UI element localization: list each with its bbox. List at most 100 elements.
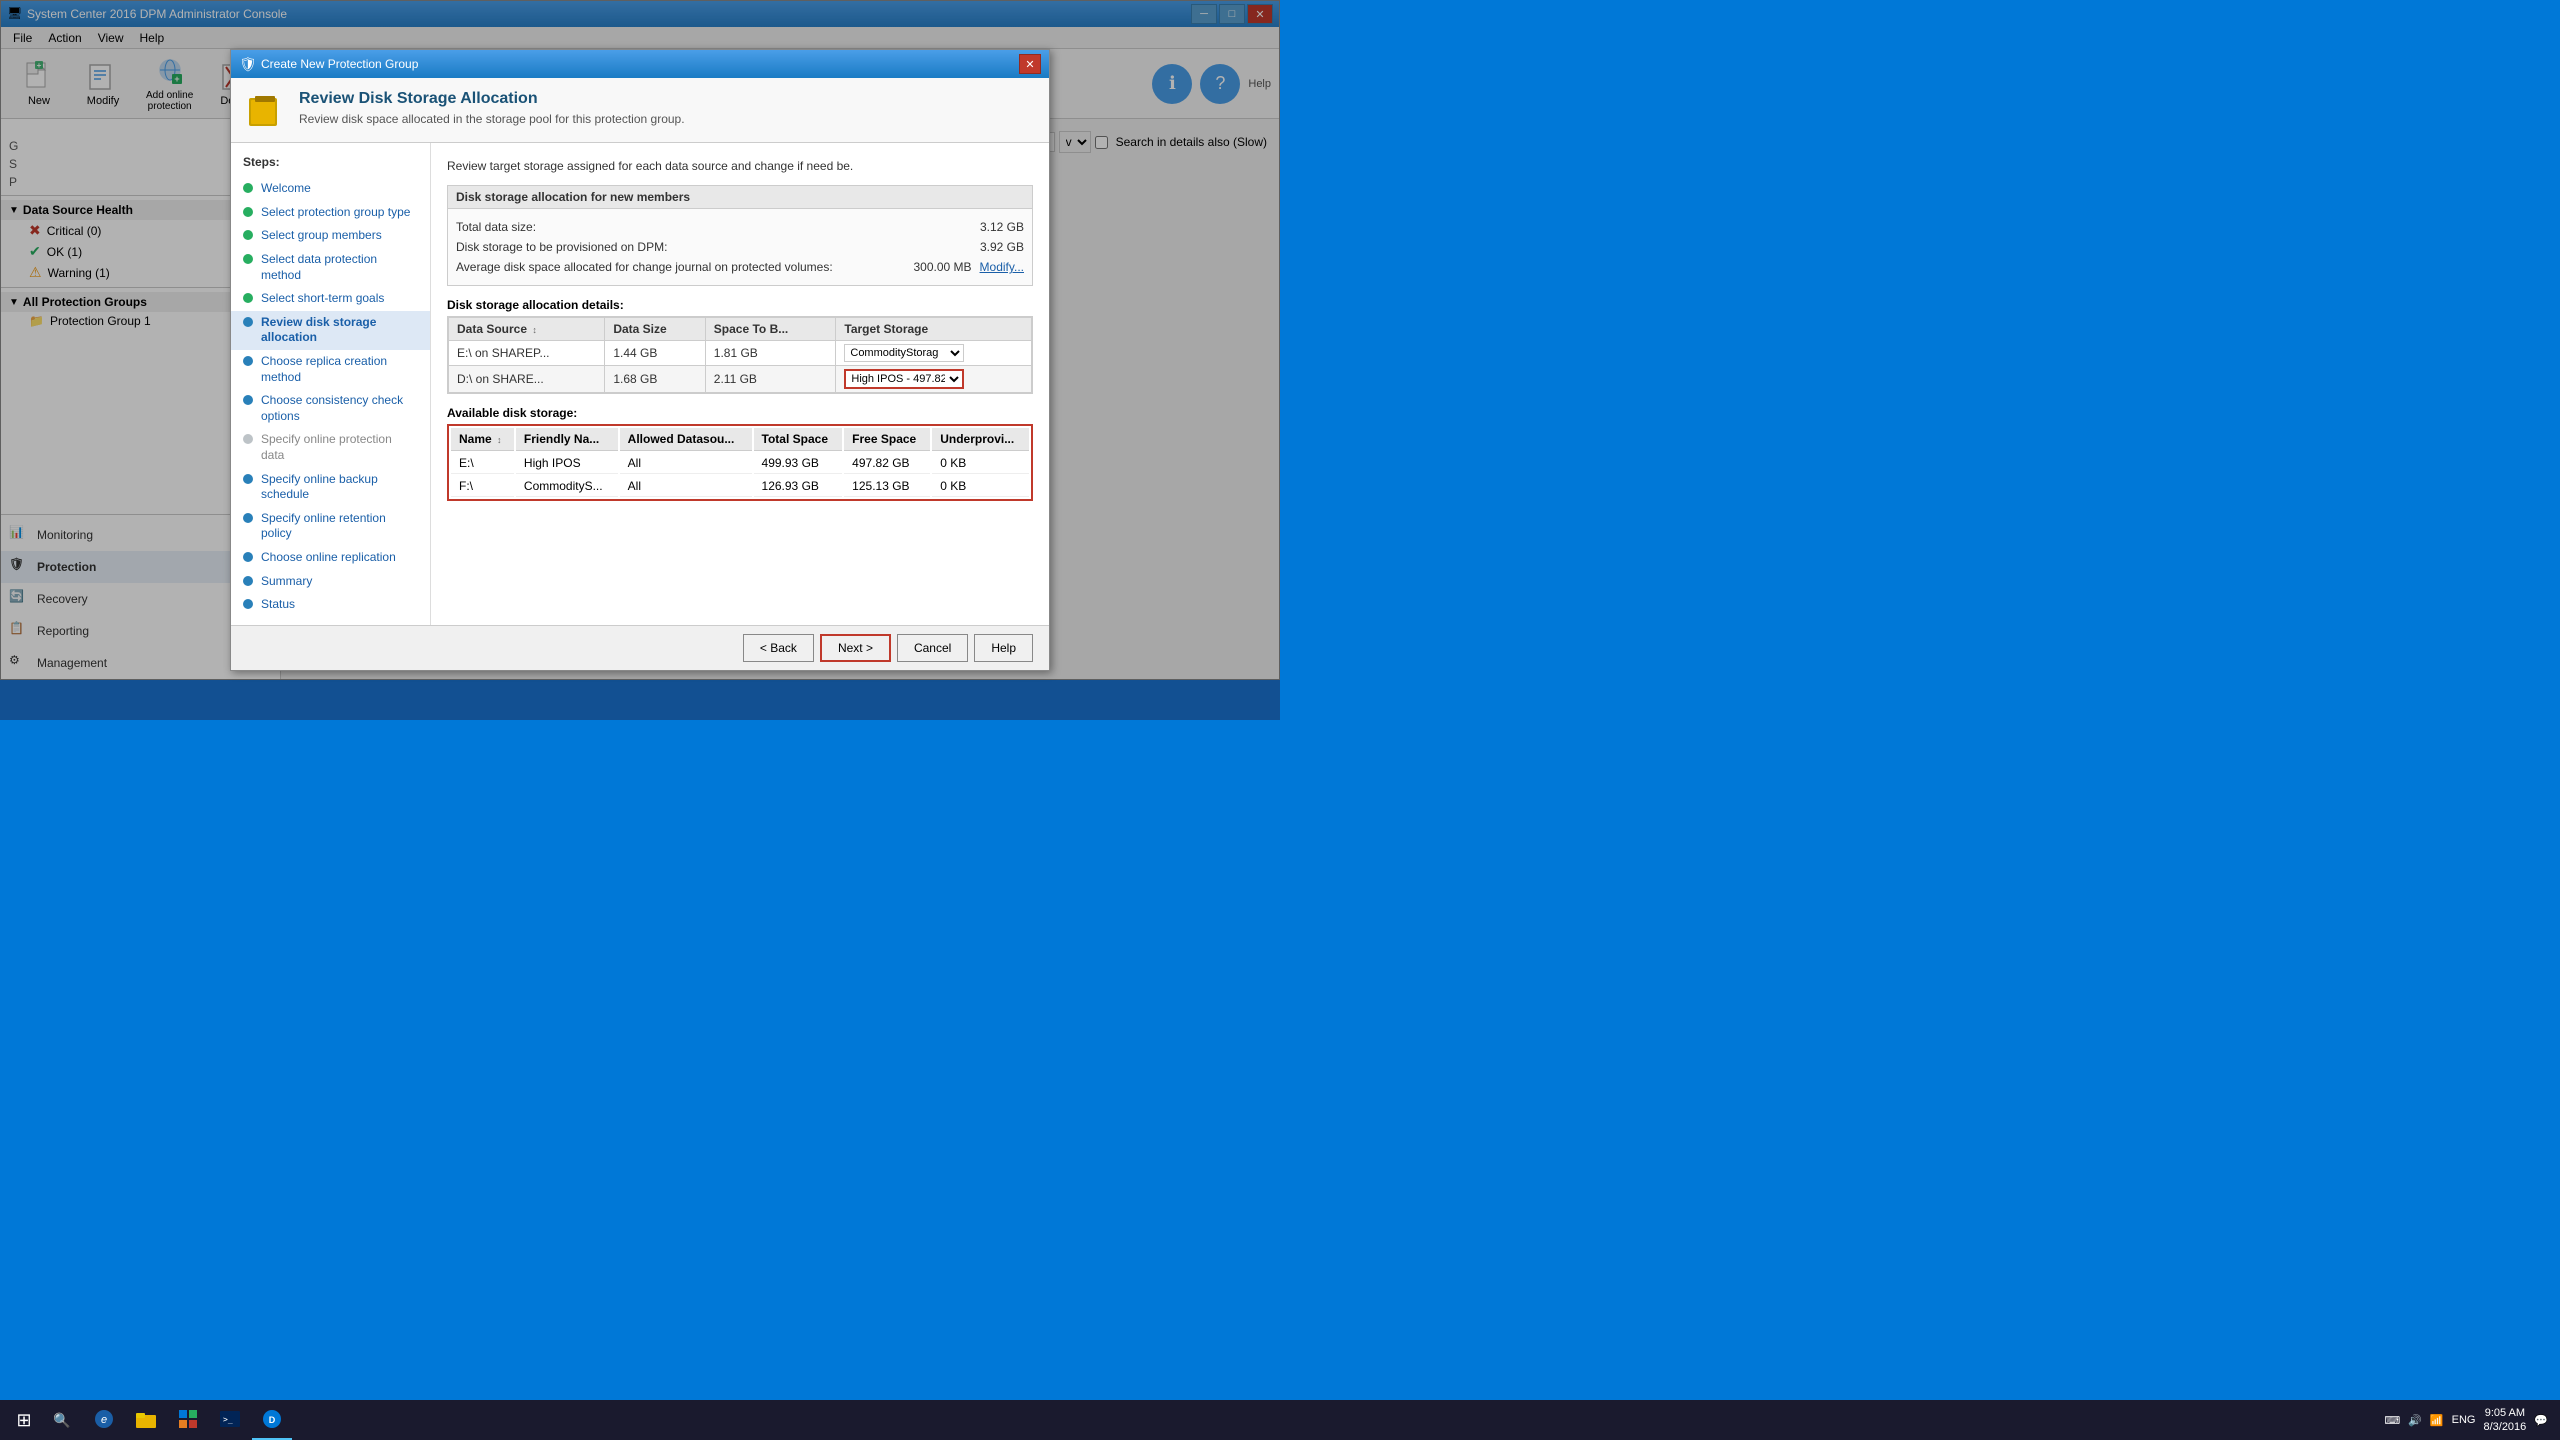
avail-under-1: 0 KB xyxy=(932,453,1029,474)
notification-icon[interactable]: 💬 xyxy=(2534,1414,2548,1427)
step-short-term-goals[interactable]: Select short-term goals xyxy=(231,287,430,311)
available-section: Available disk storage: Name ↕ Friendly … xyxy=(447,406,1033,501)
avail-allowed-2: All xyxy=(620,476,752,497)
avail-free-2: 125.13 GB xyxy=(844,476,930,497)
step-dot-pgt xyxy=(243,207,253,217)
taskbar-terminal[interactable]: >_ xyxy=(210,1400,250,1440)
allocation-header: Disk storage allocation for new members xyxy=(448,186,1032,209)
space-1: 1.81 GB xyxy=(705,341,836,366)
svg-text:D: D xyxy=(269,1415,276,1425)
modify-link[interactable]: Modify... xyxy=(980,260,1024,274)
source-2: D:\ on SHARE... xyxy=(449,366,605,393)
header-content: Review Disk Storage Allocation Review di… xyxy=(299,90,1033,126)
taskbar-date-value: 8/3/2016 xyxy=(2483,1420,2526,1434)
steps-title: Steps: xyxy=(231,151,430,177)
disk-provisioned-row: Disk storage to be provisioned on DPM: 3… xyxy=(456,237,1024,257)
disk-provisioned-label: Disk storage to be provisioned on DPM: xyxy=(456,240,980,254)
col-data-size[interactable]: Data Size xyxy=(605,318,705,341)
avail-col-friendly[interactable]: Friendly Na... xyxy=(516,428,618,451)
taskbar-tray: ⌨ 🔊 📶 ENG 9:05 AM 8/3/2016 💬 xyxy=(2384,1406,2556,1435)
avail-total-2: 126.93 GB xyxy=(754,476,843,497)
target-1: CommodityStorag High IPOS - 497.82 xyxy=(836,341,1032,366)
tray-volume[interactable]: 🔊 xyxy=(2408,1414,2422,1427)
avail-name-2: F:\ xyxy=(451,476,514,497)
target-select-1[interactable]: CommodityStorag High IPOS - 497.82 xyxy=(844,344,964,362)
allocation-section: Disk storage allocation for new members … xyxy=(447,185,1033,286)
cancel-button[interactable]: Cancel xyxy=(897,634,968,662)
taskbar-dpm[interactable]: D xyxy=(252,1400,292,1440)
step-label-op: Specify online protection data xyxy=(261,432,418,463)
modal-dialog: 🛡 Create New Protection Group ✕ Review D… xyxy=(230,49,1050,670)
content-description: Review target storage assigned for each … xyxy=(447,159,1033,173)
step-dot-stat xyxy=(243,599,253,609)
step-replica[interactable]: Choose replica creation method xyxy=(231,350,430,389)
modal-main-content: Review target storage assigned for each … xyxy=(431,143,1049,624)
details-section: Disk storage allocation details: Data So… xyxy=(447,298,1033,394)
allocation-body: Total data size: 3.12 GB Disk storage to… xyxy=(448,209,1032,285)
step-online-retention[interactable]: Specify online retention policy xyxy=(231,507,430,546)
step-online-replication[interactable]: Choose online replication xyxy=(231,546,430,570)
avg-disk-label: Average disk space allocated for change … xyxy=(456,260,913,274)
step-welcome[interactable]: Welcome xyxy=(231,177,430,201)
step-data-protection-method[interactable]: Select data protection method xyxy=(231,248,430,287)
size-1: 1.44 GB xyxy=(605,341,705,366)
tray-network: 📶 xyxy=(2430,1414,2444,1427)
avail-friendly-1: High IPOS xyxy=(516,453,618,474)
taskbar-folder[interactable] xyxy=(126,1400,166,1440)
step-label-con: Choose consistency check options xyxy=(261,393,418,424)
taskbar-search[interactable]: 🔍 xyxy=(44,1402,80,1438)
modal-icon: 🛡 xyxy=(239,56,255,72)
col-space-to-b[interactable]: Space To B... xyxy=(705,318,836,341)
step-group-members[interactable]: Select group members xyxy=(231,224,430,248)
header-icon xyxy=(247,90,287,130)
modal-page-title: Review Disk Storage Allocation xyxy=(299,90,1033,108)
step-label-or: Specify online retention policy xyxy=(261,511,418,542)
tray-lang: ENG xyxy=(2452,1414,2476,1426)
avail-col-name[interactable]: Name ↕ xyxy=(451,428,514,451)
avg-disk-value: 300.00 MB xyxy=(913,260,971,274)
avail-row: F:\ CommodityS... All 126.93 GB 125.13 G… xyxy=(451,476,1029,497)
avail-col-allowed[interactable]: Allowed Datasou... xyxy=(620,428,752,451)
help-button[interactable]: Help xyxy=(974,634,1033,662)
step-summary[interactable]: Summary xyxy=(231,570,430,594)
details-title: Disk storage allocation details: xyxy=(447,298,1033,312)
avail-col-total[interactable]: Total Space xyxy=(754,428,843,451)
avail-col-free[interactable]: Free Space xyxy=(844,428,930,451)
step-online-protection[interactable]: Specify online protection data xyxy=(231,428,430,467)
avail-under-2: 0 KB xyxy=(932,476,1029,497)
back-button[interactable]: < Back xyxy=(743,634,814,662)
taskbar-store[interactable] xyxy=(168,1400,208,1440)
avail-col-under[interactable]: Underprovi... xyxy=(932,428,1029,451)
step-protection-group-type[interactable]: Select protection group type xyxy=(231,201,430,225)
next-button[interactable]: Next > xyxy=(820,634,891,662)
step-status[interactable]: Status xyxy=(231,593,430,617)
steps-panel: Steps: Welcome Select protection group t… xyxy=(231,143,431,624)
step-dot-con xyxy=(243,395,253,405)
source-1: E:\ on SHAREP... xyxy=(449,341,605,366)
step-dot-or xyxy=(243,513,253,523)
taskbar: ⊞ 🔍 e >_ xyxy=(0,1400,2560,1440)
avail-free-1: 497.82 GB xyxy=(844,453,930,474)
modal-close-button[interactable]: ✕ xyxy=(1019,54,1041,74)
step-dot-gm xyxy=(243,230,253,240)
avail-allowed-1: All xyxy=(620,453,752,474)
target-2: CommodityStorag High IPOS - 497.82 xyxy=(836,366,1032,393)
disk-provisioned-value: 3.92 GB xyxy=(980,240,1024,254)
col-target-storage[interactable]: Target Storage xyxy=(836,318,1032,341)
step-dot-stg xyxy=(243,293,253,303)
step-online-backup[interactable]: Specify online backup schedule xyxy=(231,468,430,507)
modal-page-subtitle: Review disk space allocated in the stora… xyxy=(299,112,1033,126)
col-data-source[interactable]: Data Source ↕ xyxy=(449,318,605,341)
step-dot-rep xyxy=(243,356,253,366)
start-button[interactable]: ⊞ xyxy=(4,1400,44,1440)
table-row: D:\ on SHARE... 1.68 GB 2.11 GB Commodit… xyxy=(449,366,1032,393)
modal-titlebar: 🛡 Create New Protection Group ✕ xyxy=(231,50,1049,78)
taskbar-apps: e >_ D xyxy=(84,1400,292,1440)
taskbar-ie[interactable]: e xyxy=(84,1400,124,1440)
avail-name-1: E:\ xyxy=(451,453,514,474)
step-review-disk[interactable]: Review disk storage allocation xyxy=(231,311,430,350)
step-consistency[interactable]: Choose consistency check options xyxy=(231,389,430,428)
target-select-2[interactable]: CommodityStorag High IPOS - 497.82 xyxy=(844,369,964,389)
modal-footer: < Back Next > Cancel Help xyxy=(231,625,1049,670)
step-dot-dpm xyxy=(243,254,253,264)
